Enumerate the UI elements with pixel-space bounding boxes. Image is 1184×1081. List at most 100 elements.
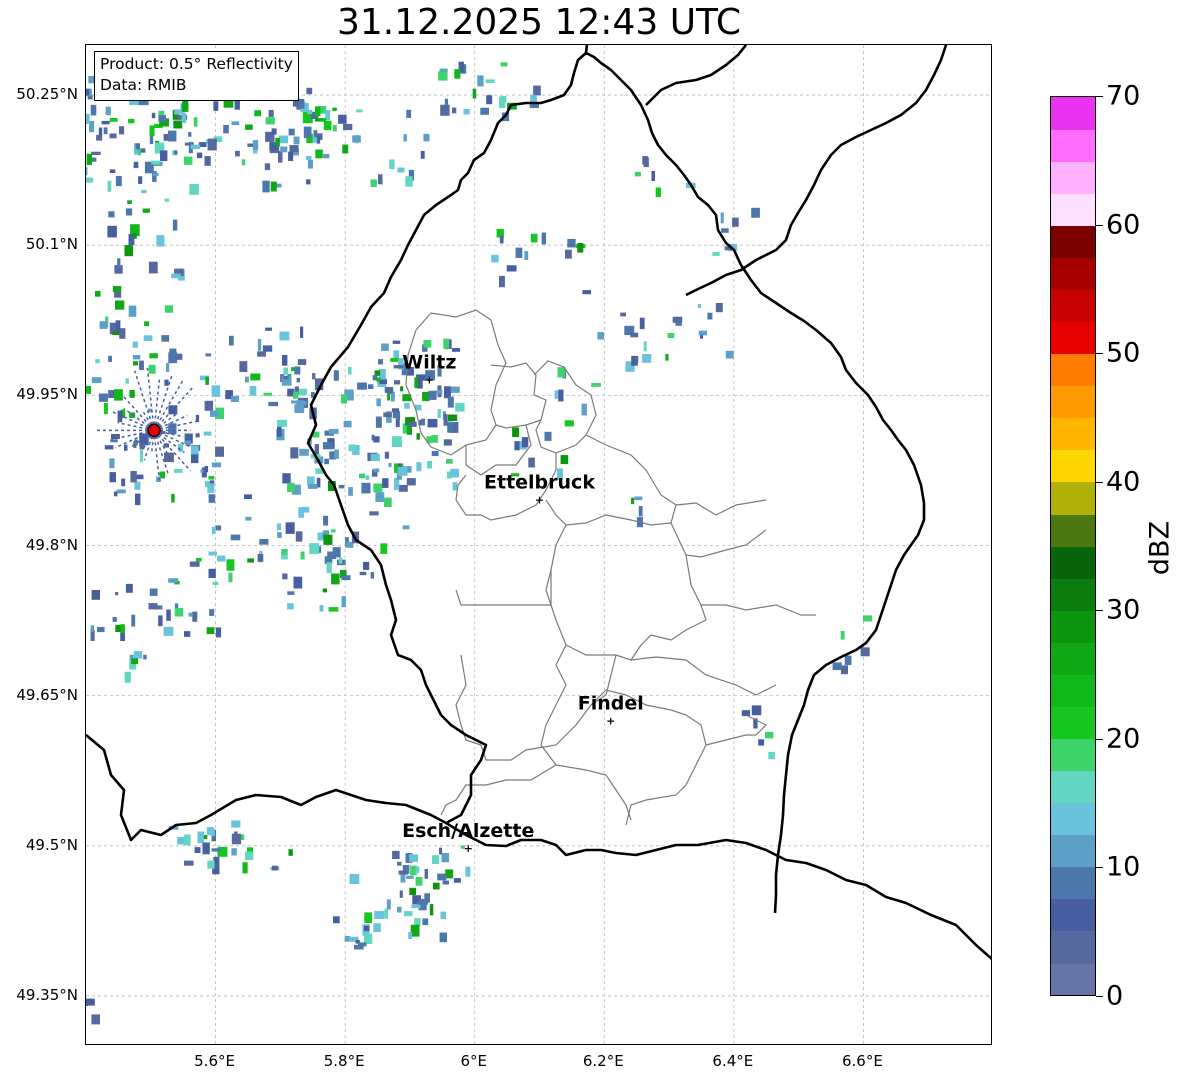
data-source-label: Data: RMIB <box>100 76 187 94</box>
echo-cell <box>277 419 287 427</box>
clutter-ray <box>133 370 155 431</box>
echo-cell <box>306 179 311 185</box>
echo-cell <box>223 124 229 134</box>
echo-cell <box>98 127 103 136</box>
echo-cell <box>190 144 201 150</box>
echo-cell <box>112 286 122 293</box>
echo-cell <box>332 547 341 558</box>
city-label: Esch/Alzette <box>402 820 534 842</box>
echo-cell <box>173 120 183 129</box>
city-marker: + <box>606 715 615 728</box>
echo-cell <box>108 355 112 362</box>
echo-cell <box>188 132 192 137</box>
echo-cell <box>406 109 412 118</box>
echo-cell <box>115 175 122 187</box>
echo-cell <box>765 731 774 739</box>
echo-cell <box>148 364 156 374</box>
colorbar-segment <box>1051 642 1095 675</box>
echo-cell <box>386 899 391 910</box>
echo-cell <box>431 451 439 457</box>
echo-cell <box>720 212 724 224</box>
echo-cell <box>370 179 377 187</box>
echo-cell <box>643 157 649 168</box>
radar-map[interactable]: + Wiltz + Ettelbruck + Findel + Esch/Alzette <box>85 44 992 1045</box>
echo-cell <box>202 842 210 855</box>
echo-cell <box>384 908 388 919</box>
echo-cell <box>306 156 312 160</box>
echo-cell <box>642 354 652 363</box>
echo-cell <box>341 575 351 581</box>
echo-cell <box>294 404 305 413</box>
echo-cell <box>156 235 165 247</box>
echo-cell <box>558 389 564 402</box>
echo-cell <box>530 233 538 243</box>
echo-cell <box>403 911 413 917</box>
echo-cell <box>125 583 133 593</box>
lon-tick-label: 6.2°E <box>582 1052 624 1070</box>
echo-cell <box>463 109 470 115</box>
echo-cell <box>422 918 429 926</box>
echo-cell <box>832 662 842 670</box>
echo-cell <box>139 450 143 463</box>
city-label: Ettelbruck <box>484 471 595 493</box>
echo-cell <box>290 447 299 459</box>
echo-cell <box>384 387 394 393</box>
echo-cell <box>348 366 352 375</box>
echo-cell <box>373 483 383 493</box>
echo-cell <box>667 333 675 338</box>
echo-cell <box>429 904 434 916</box>
echo-cell <box>293 576 303 589</box>
echo-cell <box>860 647 870 657</box>
echo-cell <box>189 561 200 567</box>
colorbar-segment <box>1051 578 1095 611</box>
echo-cell <box>665 354 669 361</box>
echo-cell <box>448 414 458 421</box>
echo-cell <box>231 820 241 828</box>
echo-cell <box>323 534 333 545</box>
echo-cell <box>454 69 461 79</box>
echo-cell <box>143 335 153 342</box>
echo-cell <box>257 339 262 351</box>
echo-cell <box>397 906 402 913</box>
echo-cell <box>424 869 428 879</box>
echo-cell <box>257 351 266 357</box>
echo-cell <box>287 603 294 610</box>
colorbar-segment <box>1051 97 1095 130</box>
echo-cell <box>107 225 117 238</box>
echo-cell <box>343 420 352 428</box>
echo-cell <box>324 458 329 465</box>
echo-cell <box>160 150 168 162</box>
echo-cell <box>721 228 729 233</box>
echo-cell <box>359 571 367 576</box>
echo-cell <box>447 396 454 408</box>
colorbar-tick-mark <box>1096 738 1103 740</box>
echo-cell <box>250 373 261 381</box>
echo-cell <box>211 848 221 852</box>
echo-cell <box>443 439 452 446</box>
echo-cell <box>312 137 317 143</box>
echo-cell <box>541 232 546 245</box>
echo-cell <box>299 388 307 396</box>
echo-cell <box>378 359 384 365</box>
echo-cell <box>453 878 461 883</box>
product-info-box: Product: 0.5° Reflectivity Data: RMIB <box>94 51 299 101</box>
echo-cell <box>283 367 289 375</box>
colorbar-unit-label: dBZ <box>1144 520 1176 576</box>
colorbar-segment <box>1051 866 1095 900</box>
echo-cell <box>151 112 156 119</box>
echo-cell <box>443 414 448 426</box>
echo-cell <box>168 423 177 435</box>
echo-cell <box>257 554 264 562</box>
echo-cell <box>142 208 150 213</box>
echo-cell <box>732 217 739 227</box>
echo-cell <box>86 153 92 166</box>
colorbar-tick-label: 40 <box>1106 466 1141 498</box>
echo-cell <box>276 523 281 531</box>
echo-cell <box>184 860 194 866</box>
echo-cell <box>421 418 425 426</box>
echo-cell <box>446 459 453 464</box>
echo-cell <box>332 107 337 111</box>
echo-cell <box>241 159 246 166</box>
echo-cell <box>108 211 115 218</box>
echo-cell <box>415 877 423 886</box>
